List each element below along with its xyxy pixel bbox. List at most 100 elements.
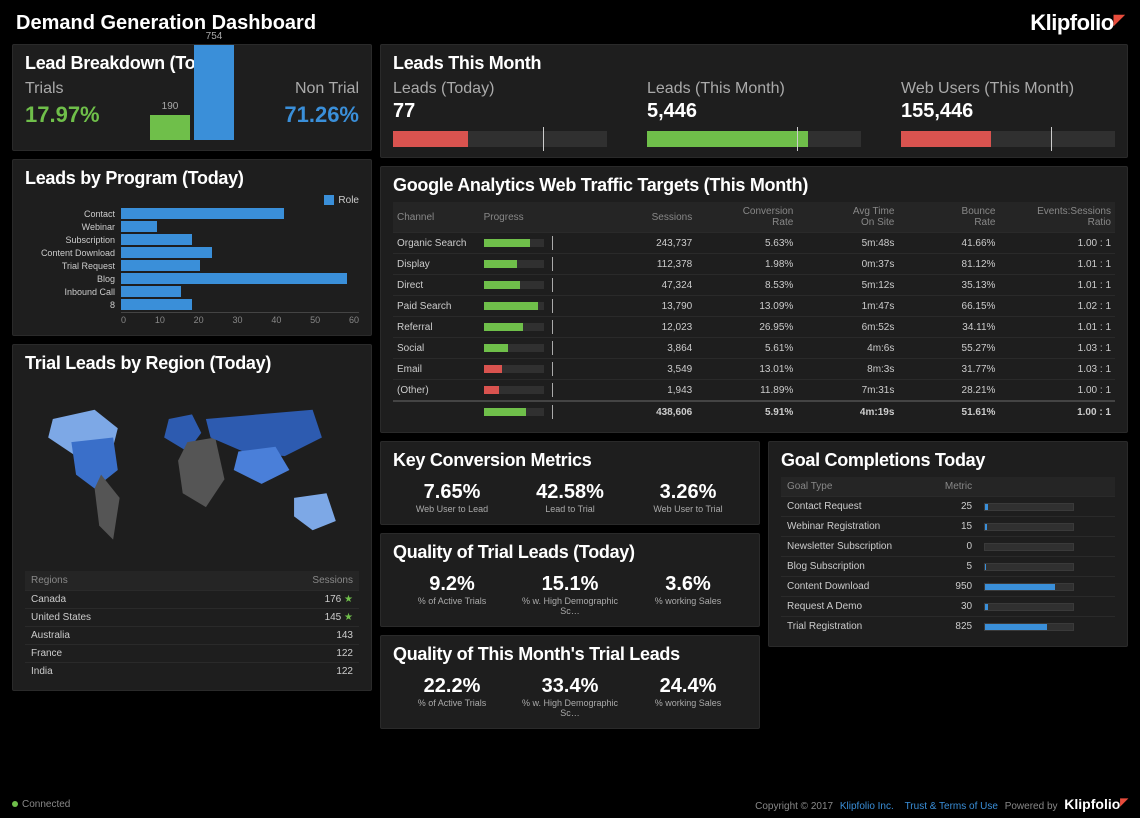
kpi-label: Leads (Today)	[393, 80, 607, 98]
table-row: United States145 ★	[25, 609, 359, 627]
card-title: Leads by Program (Today)	[25, 168, 359, 189]
metric: 3.26%Web User to Trial	[629, 481, 747, 514]
col-header: Events:SessionsRatio	[999, 202, 1115, 233]
goal-bar	[984, 563, 1074, 571]
connection-status: Connected	[12, 799, 70, 810]
table-row: India122	[25, 663, 359, 681]
card-ga-targets: Google Analytics Web Traffic Targets (Th…	[380, 166, 1128, 433]
table-row: Organic Search 243,7375.63%5m:48s41.66%1…	[393, 233, 1115, 254]
star-icon: ★	[344, 594, 353, 605]
program-label: Contact	[25, 208, 115, 221]
card-title: Google Analytics Web Traffic Targets (Th…	[393, 175, 1115, 196]
metric: 42.58%Lead to Trial	[511, 481, 629, 514]
program-bar	[121, 247, 212, 258]
table-row: Contact Request25	[781, 497, 1115, 517]
lead-breakdown-bars: 190 754	[150, 40, 234, 140]
program-bar	[121, 234, 192, 245]
kpi-value: 5,446	[647, 100, 861, 123]
kpi: Web Users (This Month) 155,446	[901, 80, 1115, 147]
program-label: 8	[25, 299, 115, 312]
trials-pct: 17.97%	[25, 102, 100, 128]
star-icon: ★	[344, 612, 353, 623]
table-row: France122	[25, 645, 359, 663]
program-label: Inbound Call	[25, 286, 115, 299]
kpi-value: 155,446	[901, 100, 1115, 123]
table-row: Request A Demo30	[781, 597, 1115, 617]
metric: 15.1%% w. High Demographic Sc…	[511, 573, 629, 616]
progress-bar	[647, 131, 861, 147]
col-header: Channel	[393, 202, 480, 233]
table-row: Content Download950	[781, 577, 1115, 597]
table-row: Newsletter Subscription0	[781, 537, 1115, 557]
goal-table: Goal Type Metric Contact Request25 Webin…	[781, 477, 1115, 636]
legend: Role	[25, 195, 359, 206]
nontrial-label: Non Trial	[284, 80, 359, 98]
kpi-value: 77	[393, 100, 607, 123]
goal-bar	[984, 523, 1074, 531]
program-label: Trial Request	[25, 260, 115, 273]
region-table: Regions Sessions Canada176 ★United State…	[25, 571, 359, 680]
card-trial-leads-region: Trial Leads by Region (Today) Regions Se…	[12, 344, 372, 691]
program-bar	[121, 208, 284, 219]
table-row: Referral 12,02326.95%6m:52s34.11%1.01 : …	[393, 317, 1115, 338]
progress-bar	[393, 131, 607, 147]
card-title: Key Conversion Metrics	[393, 450, 747, 471]
table-row: Direct 47,3248.53%5m:12s35.13%1.01 : 1	[393, 275, 1115, 296]
nontrial-pct: 71.26%	[284, 102, 359, 128]
metric: 7.65%Web User to Lead	[393, 481, 511, 514]
card-title: Quality of Trial Leads (Today)	[393, 542, 747, 563]
footer-link-terms[interactable]: Trust & Terms of Use	[905, 801, 998, 812]
card-title: Leads This Month	[393, 53, 1115, 74]
kpi-label: Web Users (This Month)	[901, 80, 1115, 98]
col-header: Progress	[480, 202, 596, 233]
footer-logo: Klipfolio◤	[1064, 796, 1128, 812]
program-bar	[121, 286, 181, 297]
card-title: Trial Leads by Region (Today)	[25, 353, 359, 374]
kpi: Leads (Today) 77	[393, 80, 607, 147]
brand-logo: Klipfolio◤	[1030, 10, 1124, 36]
goal-bar	[984, 503, 1074, 511]
card-leads-this-month: Leads This Month Leads (Today) 77 Leads …	[380, 44, 1128, 158]
metric: 3.6%% working Sales	[629, 573, 747, 616]
axis: 0102030405060	[121, 312, 359, 325]
metric: 22.2%% of Active Trials	[393, 675, 511, 718]
col-header: BounceRate	[898, 202, 999, 233]
card-title: Quality of This Month's Trial Leads	[393, 644, 747, 665]
kpi-label: Leads (This Month)	[647, 80, 861, 98]
footer-link-company[interactable]: Klipfolio Inc.	[840, 801, 894, 812]
col-header: Avg TimeOn Site	[797, 202, 898, 233]
goal-bar	[984, 543, 1074, 551]
goal-bar	[984, 623, 1074, 631]
status-dot-icon	[12, 801, 18, 807]
program-label: Subscription	[25, 234, 115, 247]
table-row: Social 3,8645.61%4m:6s55.27%1.03 : 1	[393, 338, 1115, 359]
metric: 9.2%% of Active Trials	[393, 573, 511, 616]
table-row: Blog Subscription5	[781, 557, 1115, 577]
program-bar	[121, 299, 192, 310]
card-lead-breakdown: Lead Breakdown (Today) Trials 17.97% 190…	[12, 44, 372, 151]
table-row: Email 3,54913.01%8m:3s31.77%1.03 : 1	[393, 359, 1115, 380]
metric: 24.4%% working Sales	[629, 675, 747, 718]
card-quality-month: Quality of This Month's Trial Leads 22.2…	[380, 635, 760, 729]
goal-bar	[984, 603, 1074, 611]
program-bar	[121, 221, 157, 232]
col-header: Sessions	[595, 202, 696, 233]
footer: Connected Copyright © 2017 Klipfolio Inc…	[0, 790, 1140, 818]
trials-label: Trials	[25, 80, 100, 98]
card-leads-by-program: Leads by Program (Today) Role ContactWeb…	[12, 159, 372, 336]
kpi: Leads (This Month) 5,446	[647, 80, 861, 147]
table-row: Webinar Registration15	[781, 517, 1115, 537]
program-label: Content Download	[25, 247, 115, 260]
card-key-conversion: Key Conversion Metrics 7.65%Web User to …	[380, 441, 760, 525]
page-title: Demand Generation Dashboard	[16, 12, 316, 35]
col-header: ConversionRate	[696, 202, 797, 233]
card-title: Goal Completions Today	[781, 450, 1115, 471]
card-quality-today: Quality of Trial Leads (Today) 9.2%% of …	[380, 533, 760, 627]
card-goal-completions: Goal Completions Today Goal Type Metric …	[768, 441, 1128, 647]
program-label: Webinar	[25, 221, 115, 234]
program-label: Blog	[25, 273, 115, 286]
program-bar	[121, 260, 200, 271]
progress-bar	[901, 131, 1115, 147]
ga-table: ChannelProgressSessionsConversionRateAvg…	[393, 202, 1115, 422]
table-row: Australia143	[25, 627, 359, 645]
